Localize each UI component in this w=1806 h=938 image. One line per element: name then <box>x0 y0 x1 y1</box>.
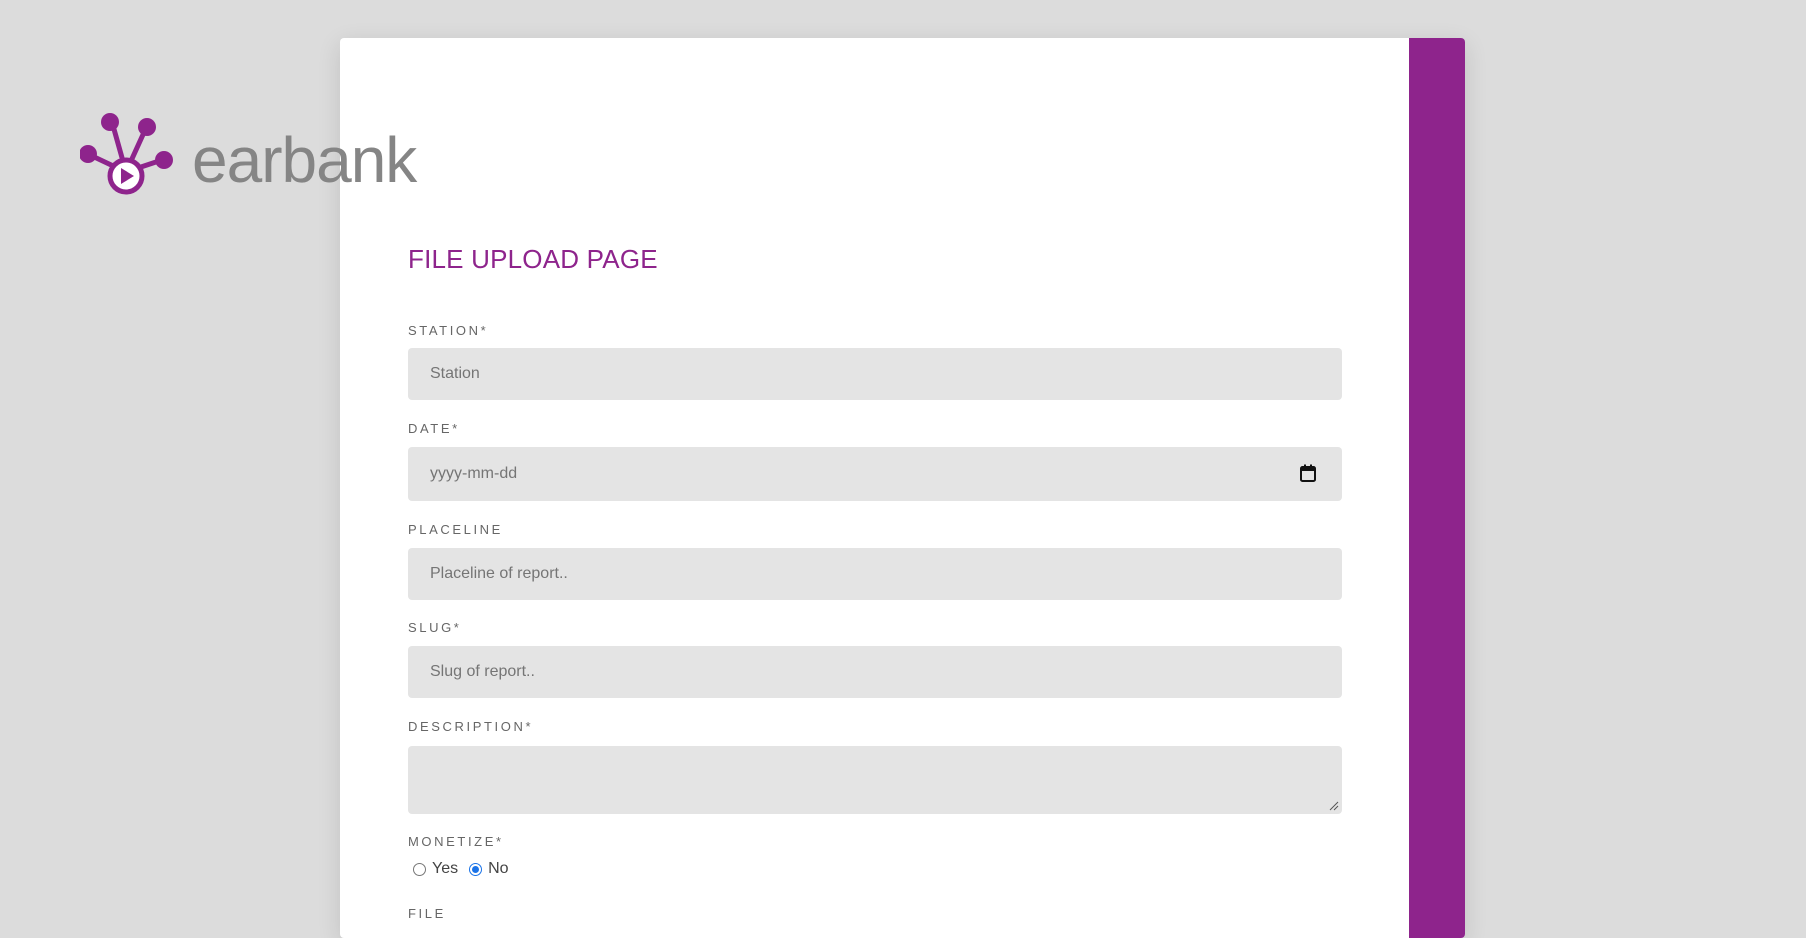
station-label: STATION* <box>408 323 489 338</box>
slug-placeholder: Slug of report.. <box>430 663 535 680</box>
description-label: DESCRIPTION* <box>408 719 534 734</box>
date-placeholder: yyyy-mm-dd <box>430 465 518 482</box>
monetize-yes-radio[interactable] <box>413 862 426 876</box>
monetize-label: MONETIZE* <box>408 834 504 849</box>
file-label: FILE <box>408 906 446 921</box>
slug-input[interactable]: Slug of report.. <box>408 646 1342 698</box>
placeline-placeholder: Placeline of report.. <box>430 565 568 582</box>
monetize-no-label[interactable]: No <box>488 860 508 878</box>
date-input[interactable]: yyyy-mm-dd <box>408 447 1342 501</box>
page-title: FILE UPLOAD PAGE <box>408 244 658 274</box>
station-input[interactable]: Station <box>408 348 1342 400</box>
monetize-radio-group: Yes No <box>408 860 515 878</box>
calendar-icon[interactable] <box>1300 464 1316 482</box>
brand-name: earbank <box>192 124 417 196</box>
earbank-logo-mark-icon <box>80 113 173 195</box>
earbank-logo: earbank <box>80 110 480 200</box>
monetize-yes-label[interactable]: Yes <box>432 860 458 878</box>
resize-grip-icon[interactable] <box>1329 801 1339 811</box>
date-label: DATE* <box>408 421 460 436</box>
slug-label: SLUG* <box>408 620 462 635</box>
description-textarea[interactable] <box>408 746 1342 814</box>
station-placeholder: Station <box>430 365 480 382</box>
accent-sidebar <box>1409 38 1465 938</box>
monetize-no-radio[interactable] <box>469 862 483 876</box>
placeline-input[interactable]: Placeline of report.. <box>408 548 1342 600</box>
placeline-label: PLACELINE <box>408 522 503 537</box>
